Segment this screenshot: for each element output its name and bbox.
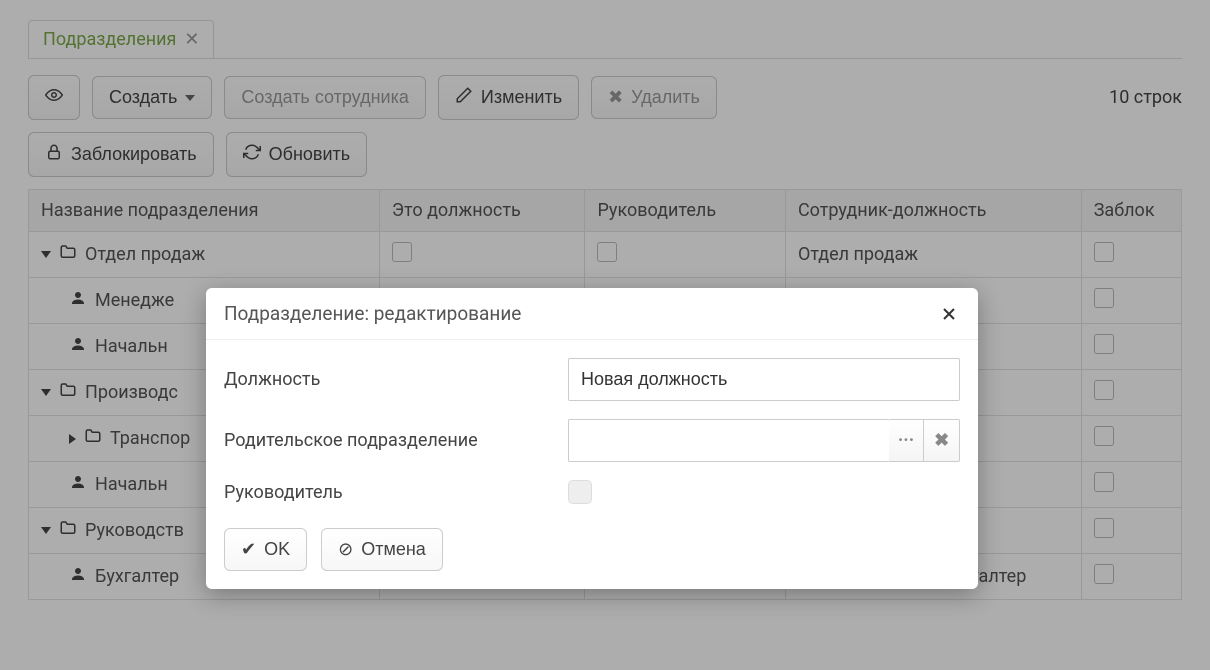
modal-title: Подразделение: редактирование bbox=[224, 302, 521, 325]
x-icon: ✖ bbox=[934, 430, 949, 451]
head-toggle[interactable] bbox=[568, 480, 592, 504]
lookup-open-button[interactable]: ··· bbox=[889, 419, 925, 462]
check-icon: ✔ bbox=[241, 539, 256, 560]
lookup-clear-button[interactable]: ✖ bbox=[924, 419, 960, 462]
label-position: Должность bbox=[224, 369, 554, 390]
ellipsis-icon: ··· bbox=[898, 430, 914, 451]
modal-close-button[interactable] bbox=[938, 303, 960, 325]
parent-input[interactable] bbox=[568, 419, 889, 462]
cancel-label: Отмена bbox=[361, 539, 426, 560]
edit-department-modal: Подразделение: редактирование Должность … bbox=[206, 288, 978, 589]
position-input[interactable] bbox=[568, 358, 960, 401]
cancel-button[interactable]: ⊘ Отмена bbox=[321, 528, 443, 571]
ok-button[interactable]: ✔ OK bbox=[224, 528, 307, 571]
ok-label: OK bbox=[264, 539, 290, 560]
label-parent: Родительское подразделение bbox=[224, 430, 554, 451]
cancel-icon: ⊘ bbox=[338, 539, 353, 560]
label-head: Руководитель bbox=[224, 482, 554, 503]
